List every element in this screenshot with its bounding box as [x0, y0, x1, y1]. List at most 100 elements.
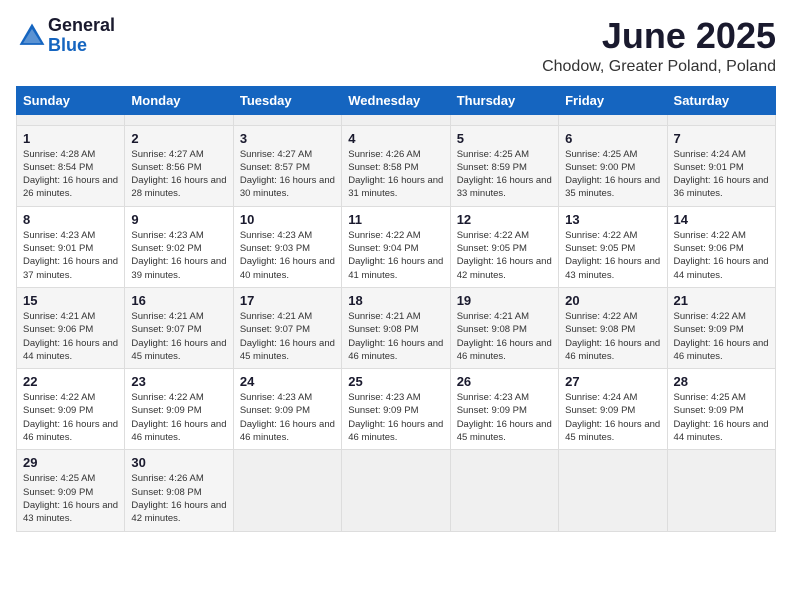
- day-detail: Sunrise: 4:21 AMSunset: 9:07 PMDaylight:…: [131, 310, 226, 363]
- day-detail: Sunrise: 4:25 AMSunset: 9:09 PMDaylight:…: [23, 472, 118, 525]
- day-detail: Sunrise: 4:23 AMSunset: 9:02 PMDaylight:…: [131, 229, 226, 282]
- calendar-day-cell: 4Sunrise: 4:26 AMSunset: 8:58 PMDaylight…: [342, 125, 450, 206]
- weekday-header: Tuesday: [233, 86, 341, 114]
- calendar-day-cell: 26 Sunrise: 4:23 AMSunset: 9:09 PMDayligh…: [450, 369, 558, 450]
- calendar-day-cell: 1 Sunrise: 4:28 AMSunset: 8:54 PMDaylight…: [17, 125, 125, 206]
- day-number: 9: [131, 212, 226, 227]
- calendar-day-cell: [450, 450, 558, 531]
- calendar-week-row: 22Sunrise: 4:22 AMSunset: 9:09 PMDayligh…: [17, 369, 776, 450]
- day-detail: Sunrise: 4:21 AMSunset: 9:08 PMDaylight:…: [457, 310, 552, 363]
- calendar-day-cell: [342, 450, 450, 531]
- day-number: 2: [131, 131, 226, 146]
- day-detail: Sunrise: 4:25 AMSunset: 9:00 PMDaylight:…: [565, 148, 660, 201]
- weekday-header: Saturday: [667, 86, 775, 114]
- calendar-day-cell: [233, 114, 341, 125]
- weekday-header: Sunday: [17, 86, 125, 114]
- day-number: 12: [457, 212, 552, 227]
- day-number: 10: [240, 212, 335, 227]
- day-detail: Sunrise: 4:22 AMSunset: 9:05 PMDaylight:…: [565, 229, 660, 282]
- calendar-week-row: 29 Sunrise: 4:25 AMSunset: 9:09 PMDayligh…: [17, 450, 776, 531]
- day-number: 26: [457, 374, 552, 389]
- calendar-day-cell: 25 Sunrise: 4:23 AMSunset: 9:09 PMDayligh…: [342, 369, 450, 450]
- day-detail: Sunrise: 4:21 AMSunset: 9:07 PMDaylight:…: [240, 310, 335, 363]
- day-detail: Sunrise: 4:21 AMSunset: 9:06 PMDaylight:…: [23, 310, 118, 363]
- day-detail: Sunrise: 4:23 AMSunset: 9:01 PMDaylight:…: [23, 229, 118, 282]
- day-detail: Sunrise: 4:28 AMSunset: 8:54 PMDaylight:…: [23, 148, 118, 201]
- day-detail: Sunrise: 4:27 AMSunset: 8:57 PMDaylight:…: [240, 148, 335, 201]
- calendar-day-cell: 20Sunrise: 4:22 AMSunset: 9:08 PMDayligh…: [559, 287, 667, 368]
- day-number: 5: [457, 131, 552, 146]
- weekday-header: Wednesday: [342, 86, 450, 114]
- calendar-day-cell: [559, 114, 667, 125]
- logo: General Blue: [16, 16, 115, 56]
- day-number: 6: [565, 131, 660, 146]
- calendar-day-cell: 16Sunrise: 4:21 AMSunset: 9:07 PMDayligh…: [125, 287, 233, 368]
- day-detail: Sunrise: 4:27 AMSunset: 8:56 PMDaylight:…: [131, 148, 226, 201]
- weekday-header: Friday: [559, 86, 667, 114]
- day-detail: Sunrise: 4:22 AMSunset: 9:09 PMDaylight:…: [131, 391, 226, 444]
- location-title: Chodow, Greater Poland, Poland: [542, 58, 776, 76]
- calendar-day-cell: 18Sunrise: 4:21 AMSunset: 9:08 PMDayligh…: [342, 287, 450, 368]
- calendar-day-cell: 8Sunrise: 4:23 AMSunset: 9:01 PMDaylight…: [17, 206, 125, 287]
- title-area: June 2025 Chodow, Greater Poland, Poland: [542, 16, 776, 76]
- calendar-day-cell: [450, 114, 558, 125]
- calendar-day-cell: [125, 114, 233, 125]
- calendar-day-cell: 27Sunrise: 4:24 AMSunset: 9:09 PMDayligh…: [559, 369, 667, 450]
- day-detail: Sunrise: 4:23 AMSunset: 9:09 PMDaylight:…: [240, 391, 335, 444]
- calendar-day-cell: 9 Sunrise: 4:23 AMSunset: 9:02 PMDaylight…: [125, 206, 233, 287]
- day-detail: Sunrise: 4:22 AMSunset: 9:06 PMDaylight:…: [674, 229, 769, 282]
- day-number: 23: [131, 374, 226, 389]
- day-number: 7: [674, 131, 769, 146]
- calendar-day-cell: 22Sunrise: 4:22 AMSunset: 9:09 PMDayligh…: [17, 369, 125, 450]
- calendar-week-row: [17, 114, 776, 125]
- weekday-header: Monday: [125, 86, 233, 114]
- day-detail: Sunrise: 4:25 AMSunset: 8:59 PMDaylight:…: [457, 148, 552, 201]
- month-title: June 2025: [542, 16, 776, 56]
- calendar-day-cell: [667, 450, 775, 531]
- day-detail: Sunrise: 4:23 AMSunset: 9:09 PMDaylight:…: [457, 391, 552, 444]
- day-number: 11: [348, 212, 443, 227]
- calendar-day-cell: [667, 114, 775, 125]
- day-detail: Sunrise: 4:25 AMSunset: 9:09 PMDaylight:…: [674, 391, 769, 444]
- calendar-day-cell: 30Sunrise: 4:26 AMSunset: 9:08 PMDayligh…: [125, 450, 233, 531]
- day-number: 17: [240, 293, 335, 308]
- day-detail: Sunrise: 4:23 AMSunset: 9:03 PMDaylight:…: [240, 229, 335, 282]
- day-detail: Sunrise: 4:24 AMSunset: 9:09 PMDaylight:…: [565, 391, 660, 444]
- day-number: 20: [565, 293, 660, 308]
- weekday-header: Thursday: [450, 86, 558, 114]
- calendar-day-cell: 21Sunrise: 4:22 AMSunset: 9:09 PMDayligh…: [667, 287, 775, 368]
- calendar-day-cell: 24Sunrise: 4:23 AMSunset: 9:09 PMDayligh…: [233, 369, 341, 450]
- day-number: 19: [457, 293, 552, 308]
- calendar-day-cell: 17 Sunrise: 4:21 AMSunset: 9:07 PMDayligh…: [233, 287, 341, 368]
- logo-blue-text: Blue: [48, 35, 87, 55]
- day-detail: Sunrise: 4:22 AMSunset: 9:05 PMDaylight:…: [457, 229, 552, 282]
- calendar-day-cell: [17, 114, 125, 125]
- calendar-day-cell: [559, 450, 667, 531]
- day-number: 3: [240, 131, 335, 146]
- calendar-day-cell: 12 Sunrise: 4:22 AMSunset: 9:05 PMDayligh…: [450, 206, 558, 287]
- day-number: 30: [131, 455, 226, 470]
- day-detail: Sunrise: 4:23 AMSunset: 9:09 PMDaylight:…: [348, 391, 443, 444]
- day-number: 25: [348, 374, 443, 389]
- day-detail: Sunrise: 4:24 AMSunset: 9:01 PMDaylight:…: [674, 148, 769, 201]
- calendar-week-row: 8Sunrise: 4:23 AMSunset: 9:01 PMDaylight…: [17, 206, 776, 287]
- logo-icon: [16, 20, 48, 52]
- day-number: 29: [23, 455, 118, 470]
- calendar-day-cell: 13Sunrise: 4:22 AMSunset: 9:05 PMDayligh…: [559, 206, 667, 287]
- calendar-day-cell: 15Sunrise: 4:21 AMSunset: 9:06 PMDayligh…: [17, 287, 125, 368]
- calendar-table: SundayMondayTuesdayWednesdayThursdayFrid…: [16, 86, 776, 532]
- day-number: 28: [674, 374, 769, 389]
- calendar-day-cell: 14Sunrise: 4:22 AMSunset: 9:06 PMDayligh…: [667, 206, 775, 287]
- day-detail: Sunrise: 4:22 AMSunset: 9:09 PMDaylight:…: [674, 310, 769, 363]
- calendar-day-cell: 3 Sunrise: 4:27 AMSunset: 8:57 PMDaylight…: [233, 125, 341, 206]
- calendar-day-cell: 6 Sunrise: 4:25 AMSunset: 9:00 PMDaylight…: [559, 125, 667, 206]
- day-number: 1: [23, 131, 118, 146]
- page-header: General Blue June 2025 Chodow, Greater P…: [16, 16, 776, 76]
- calendar-day-cell: 7 Sunrise: 4:24 AMSunset: 9:01 PMDaylight…: [667, 125, 775, 206]
- calendar-day-cell: [342, 114, 450, 125]
- calendar-day-cell: 2 Sunrise: 4:27 AMSunset: 8:56 PMDaylight…: [125, 125, 233, 206]
- calendar-day-cell: 5 Sunrise: 4:25 AMSunset: 8:59 PMDaylight…: [450, 125, 558, 206]
- calendar-day-cell: 10 Sunrise: 4:23 AMSunset: 9:03 PMDayligh…: [233, 206, 341, 287]
- day-number: 18: [348, 293, 443, 308]
- calendar-week-row: 15Sunrise: 4:21 AMSunset: 9:06 PMDayligh…: [17, 287, 776, 368]
